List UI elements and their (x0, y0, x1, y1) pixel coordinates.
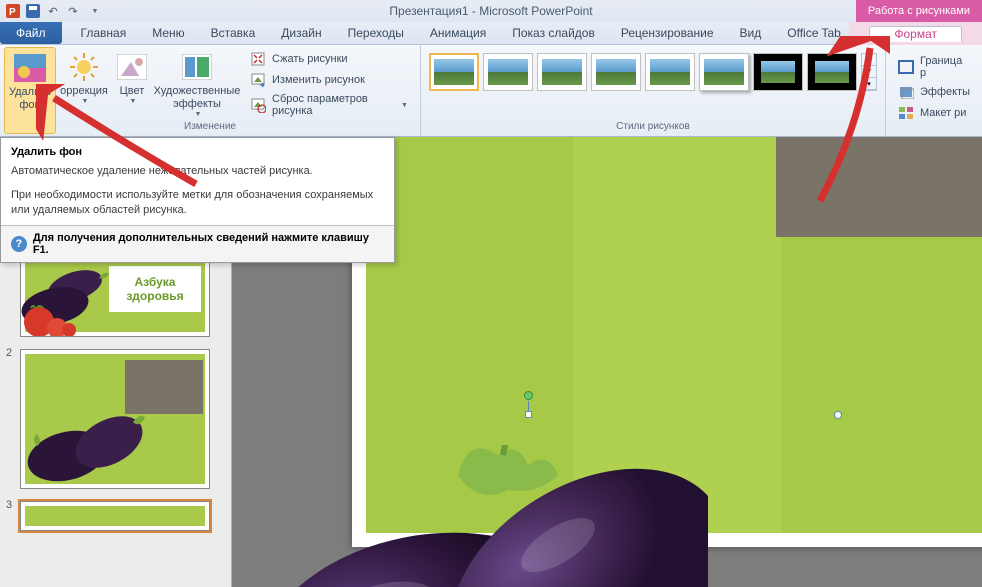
picture-style-7[interactable] (753, 53, 803, 91)
tooltip-remove-background: Удалить фон Автоматическое удаление неже… (0, 137, 395, 263)
qat-save-icon[interactable] (24, 2, 42, 20)
slide-thumb-3-wrap[interactable]: 3 (0, 497, 231, 539)
picture-border-label: Граница р (920, 55, 970, 79)
remove-background-label: Удалить фон (9, 86, 51, 112)
picture-selection[interactable] (232, 415, 838, 587)
chevron-down-icon: ▼ (401, 102, 408, 109)
reset-picture-button[interactable]: Сброс параметров рисунка ▼ (246, 91, 412, 119)
qat-powerpoint-icon[interactable]: P (4, 2, 22, 20)
resize-handle-n[interactable] (525, 411, 532, 418)
slide-3-number: 3 (6, 499, 12, 511)
layout-icon (898, 105, 914, 121)
slide-thumb-2[interactable] (20, 349, 210, 489)
reset-label: Сброс параметров рисунка (272, 93, 393, 117)
reset-icon (250, 97, 266, 113)
tab-design[interactable]: Дизайн (268, 22, 334, 44)
qat-redo-icon[interactable]: ↷ (64, 2, 82, 20)
ribbon-group-picture-styles: ▲ ▼ ▾ Стили рисунков (421, 45, 886, 136)
picture-layout-label: Макет ри (920, 107, 966, 119)
picture-style-6[interactable] (699, 53, 749, 91)
vegetables-image (20, 264, 123, 337)
tab-file[interactable]: Файл (0, 22, 62, 44)
gallery-expand-button[interactable]: ▲ ▼ ▾ (861, 53, 877, 91)
quick-access-toolbar: P ↶ ↷ ▼ (0, 2, 104, 20)
effects-icon (898, 84, 914, 100)
slide-thumb-1[interactable]: Азбука здоровья (20, 257, 210, 337)
tab-format[interactable]: Формат (869, 26, 962, 42)
color-icon (116, 51, 148, 83)
svg-text:P: P (9, 7, 16, 18)
slide-thumb-1-wrap[interactable]: Азбука здоровья (0, 257, 231, 345)
tooltip-help-text: Для получения дополнительных сведений на… (33, 232, 384, 256)
color-label: Цвет (120, 85, 145, 98)
contextual-tab-area: Формат (849, 22, 982, 45)
compress-icon (250, 51, 266, 67)
tab-animation[interactable]: Анимация (417, 22, 499, 44)
tab-view[interactable]: Вид (727, 22, 775, 44)
contextual-tab-title: Работа с рисунками (856, 0, 982, 22)
tab-home[interactable]: Главная (68, 22, 140, 44)
compress-label: Сжать рисунки (272, 53, 348, 65)
resize-handle-ne[interactable] (834, 411, 842, 419)
window-title: Презентация1 - Microsoft PowerPoint (389, 4, 592, 18)
group-styles-label: Стили рисунков (421, 119, 885, 134)
picture-style-8[interactable] (807, 53, 857, 91)
tooltip-title: Удалить фон (1, 138, 394, 162)
picture-style-4[interactable] (591, 53, 641, 91)
qat-undo-icon[interactable]: ↶ (44, 2, 62, 20)
expand-icon[interactable]: ▾ (862, 78, 876, 90)
chevron-down-icon: ▼ (82, 98, 89, 106)
border-icon (898, 59, 914, 75)
tab-slideshow[interactable]: Показ слайдов (499, 22, 608, 44)
remove-background-icon (14, 52, 46, 84)
ribbon-group-picture-options: Граница р Эффекты Макет ри (886, 45, 982, 136)
picture-style-1[interactable] (429, 53, 479, 91)
picture-style-2[interactable] (483, 53, 533, 91)
picture-styles-gallery: ▲ ▼ ▾ (425, 47, 881, 109)
rotation-handle[interactable] (524, 391, 533, 400)
corrections-label: оррекция (60, 85, 108, 98)
slide-2-number: 2 (6, 347, 12, 359)
title-bar: P ↶ ↷ ▼ Презентация1 - Microsoft PowerPo… (0, 0, 982, 22)
brightness-icon (68, 51, 100, 83)
qat-customize-icon[interactable]: ▼ (86, 2, 104, 20)
tab-officetab[interactable]: Office Tab (774, 22, 854, 44)
eggplant-picture[interactable] (258, 445, 708, 587)
ribbon: Удалить фон оррекция ▼ Цвет ▼ Х (0, 45, 982, 137)
tooltip-help-row: ? Для получения дополнительных сведений … (1, 225, 394, 262)
tab-insert[interactable]: Вставка (198, 22, 269, 44)
picture-layout-button[interactable]: Макет ри (894, 103, 974, 123)
ribbon-tabs: Файл Главная Меню Вставка Дизайн Переход… (0, 22, 982, 45)
tab-menu[interactable]: Меню (139, 22, 197, 44)
help-icon: ? (11, 236, 27, 252)
tab-review[interactable]: Рецензирование (608, 22, 727, 44)
picture-style-3[interactable] (537, 53, 587, 91)
artistic-label: Художественные эффекты (154, 85, 241, 111)
picture-effects-button[interactable]: Эффекты (894, 82, 974, 102)
chevron-down-icon: ▼ (130, 98, 137, 106)
change-picture-label: Изменить рисунок (272, 74, 365, 86)
slide-thumb-2-wrap[interactable]: 2 (0, 345, 231, 497)
content-placeholder[interactable] (776, 137, 982, 237)
eggplants-image (23, 398, 153, 488)
tooltip-desc-1: Автоматическое удаление нежелательных ча… (1, 162, 394, 186)
change-picture-icon (250, 72, 266, 88)
scroll-down-icon[interactable]: ▼ (862, 66, 876, 78)
scroll-up-icon[interactable]: ▲ (862, 54, 876, 66)
slide-thumb-3[interactable] (20, 501, 210, 531)
tooltip-desc-2: При необходимости используйте метки для … (1, 186, 394, 225)
ribbon-group-adjust: Удалить фон оррекция ▼ Цвет ▼ Х (0, 45, 421, 136)
artistic-icon (181, 51, 213, 83)
picture-style-5[interactable] (645, 53, 695, 91)
picture-border-button[interactable]: Граница р (894, 53, 974, 81)
group-adjust-label: Изменение (0, 119, 420, 134)
picture-effects-label: Эффекты (920, 86, 970, 98)
change-picture-button[interactable]: Изменить рисунок (246, 70, 412, 90)
tab-transitions[interactable]: Переходы (335, 22, 417, 44)
compress-pictures-button[interactable]: Сжать рисунки (246, 49, 412, 69)
